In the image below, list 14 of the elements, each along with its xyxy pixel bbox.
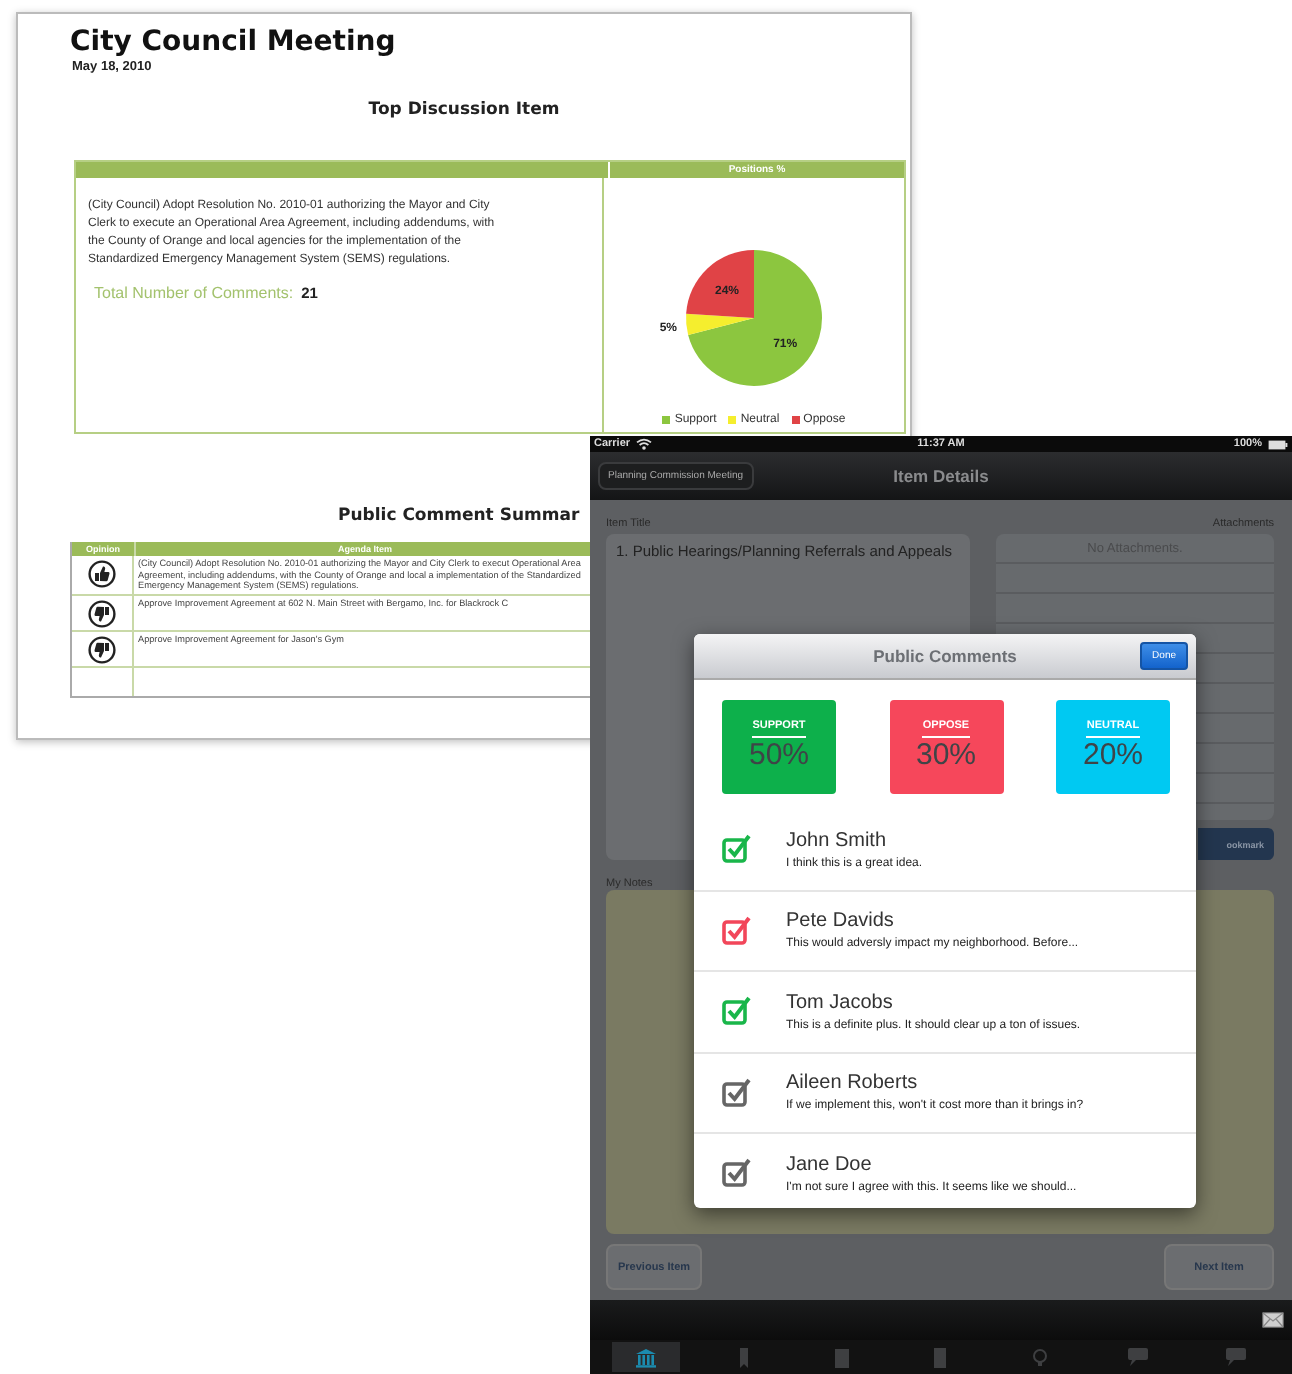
commenter-name: Jane Doe	[786, 1153, 874, 1176]
commenter-name: Tom Jacobs	[786, 991, 895, 1014]
commenter-name: Aileen Roberts	[786, 1072, 920, 1095]
dialog-title: Public Comments	[873, 646, 1017, 666]
commenter-name: Pete Davids	[786, 910, 896, 933]
tile-percent: 20%	[1082, 740, 1144, 772]
commenter-name: John Smith	[786, 829, 889, 852]
screen-title: Item Details	[893, 466, 989, 486]
report-title: City Council Meeting	[70, 26, 398, 58]
tile-percent: 30%	[915, 740, 977, 772]
tile-percent: 50%	[748, 740, 810, 772]
total-label: Total Number of Comments:	[94, 284, 294, 302]
section-title: Top Discussion Item	[366, 100, 562, 120]
section-title: Public Comment Summar	[338, 506, 580, 526]
